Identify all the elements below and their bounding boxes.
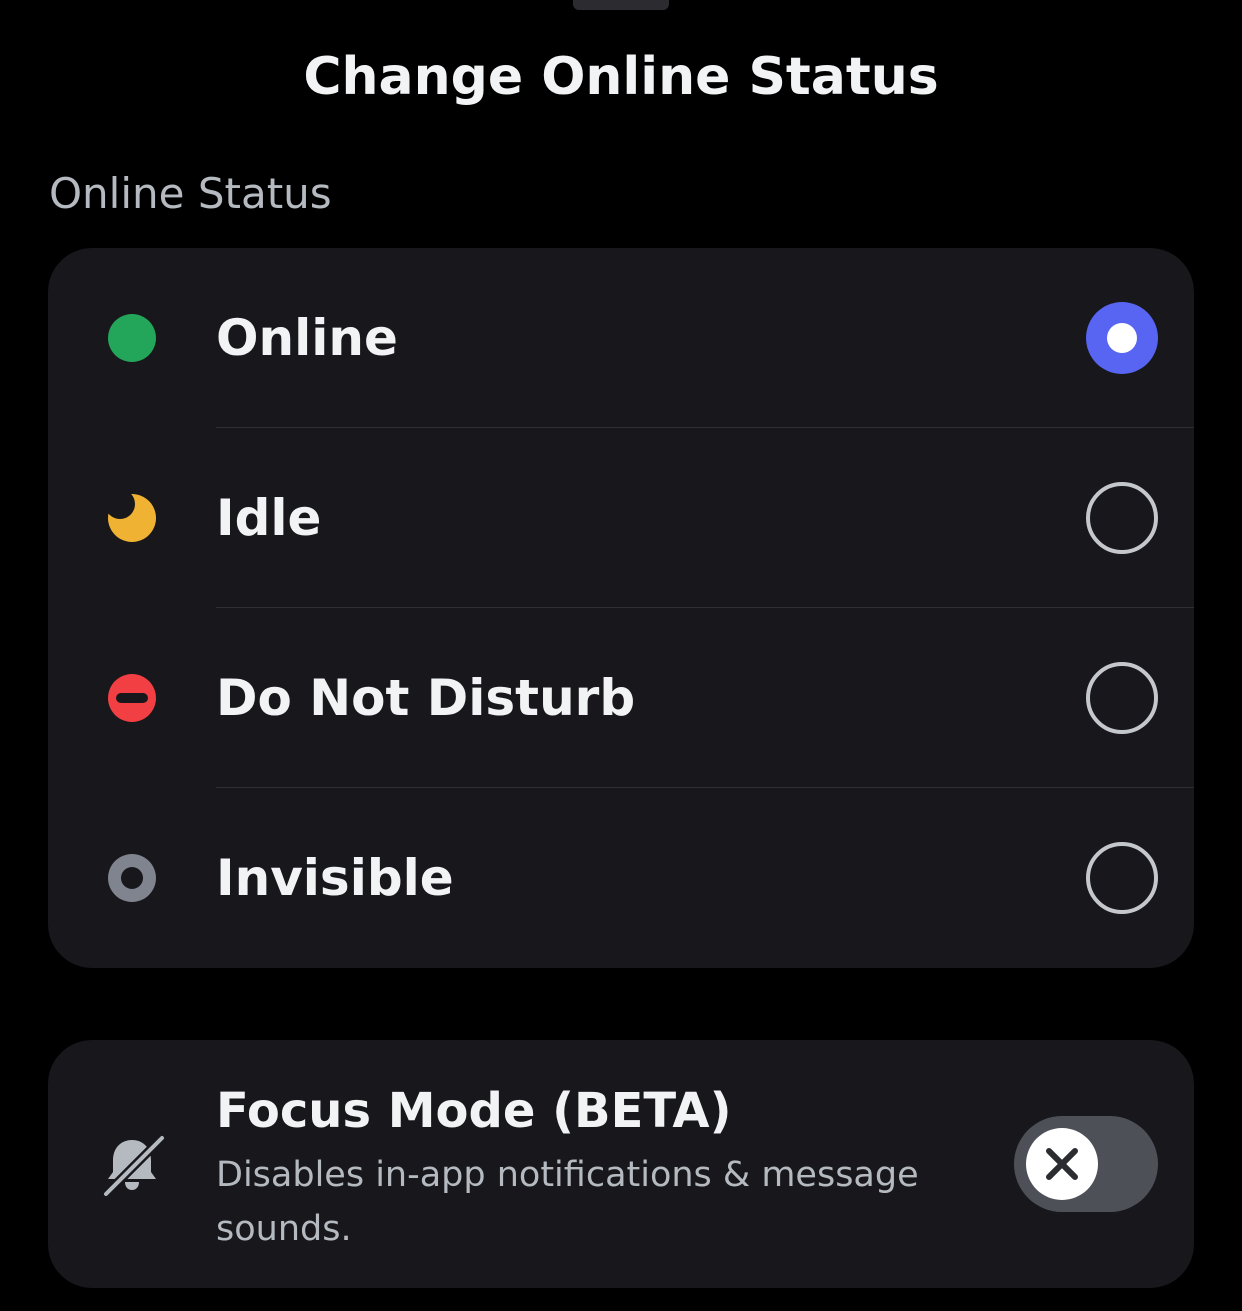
status-option-label: Do Not Disturb bbox=[216, 669, 636, 727]
status-option-do-not-disturb[interactable]: Do Not Disturb bbox=[48, 608, 1194, 788]
radio-button-online[interactable] bbox=[1086, 302, 1158, 374]
status-option-online[interactable]: Online bbox=[48, 248, 1194, 428]
radio-button-invisible[interactable] bbox=[1086, 842, 1158, 914]
radio-selected-dot bbox=[1107, 323, 1137, 353]
status-option-idle[interactable]: Idle bbox=[48, 428, 1194, 608]
status-option-label: Invisible bbox=[216, 849, 454, 907]
toggle-knob bbox=[1026, 1128, 1098, 1200]
status-bottom-sheet: Change Online Status Online Status Onlin… bbox=[0, 0, 1242, 1311]
status-option-label: Idle bbox=[216, 489, 322, 547]
focus-mode-description: Disables in-app notifications & message … bbox=[216, 1155, 919, 1249]
moon-icon bbox=[108, 494, 156, 542]
online-dot-icon bbox=[108, 314, 156, 362]
radio-button-do-not-disturb[interactable] bbox=[1086, 662, 1158, 734]
bell-slash-icon bbox=[101, 1133, 166, 1198]
sheet-grabber-handle[interactable] bbox=[573, 0, 669, 10]
radio-button-idle[interactable] bbox=[1086, 482, 1158, 554]
focus-mode-toggle[interactable] bbox=[1014, 1116, 1158, 1212]
status-options-card: Online Idle Do Not Disturb Invisible bbox=[48, 248, 1194, 968]
focus-mode-card[interactable]: Focus Mode (BETA) Disables in-app notifi… bbox=[48, 1040, 1194, 1288]
focus-mode-title: Focus Mode (BETA) bbox=[216, 1083, 732, 1139]
do-not-disturb-icon bbox=[108, 674, 156, 722]
status-option-label: Online bbox=[216, 309, 398, 367]
invisible-ring-icon bbox=[108, 854, 156, 902]
close-icon bbox=[1046, 1148, 1078, 1180]
sheet-title: Change Online Status bbox=[303, 47, 939, 107]
status-option-invisible[interactable]: Invisible bbox=[48, 788, 1194, 968]
section-label-online-status: Online Status bbox=[49, 169, 332, 218]
